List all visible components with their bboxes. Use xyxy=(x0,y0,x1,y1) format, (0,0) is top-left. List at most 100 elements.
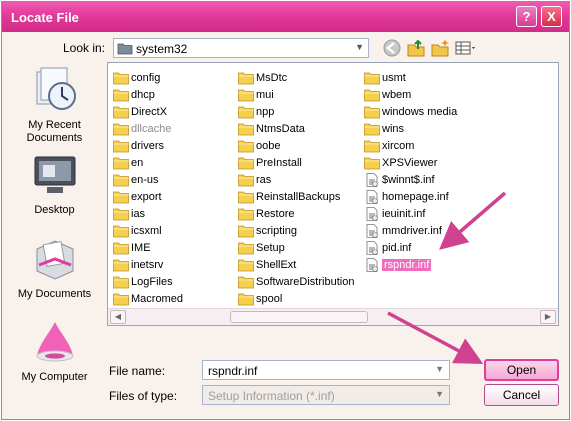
item-name: SoftwareDistribution xyxy=(256,276,355,288)
folder-item[interactable]: ReinstallBackups xyxy=(238,189,340,205)
file-item[interactable]: mmdriver.inf xyxy=(364,223,442,239)
file-item[interactable]: ieuinit.inf xyxy=(364,206,425,222)
folder-icon xyxy=(113,225,129,238)
item-name: config xyxy=(131,72,161,84)
item-name: drivers xyxy=(131,140,165,152)
folder-item[interactable]: NtmsData xyxy=(238,121,305,137)
folder-icon xyxy=(113,259,129,272)
item-name: Macromed xyxy=(131,293,183,305)
chevron-down-icon[interactable]: ▼ xyxy=(435,389,444,399)
folder-item[interactable]: scripting xyxy=(238,223,297,239)
folder-item[interactable]: MsDtc xyxy=(238,70,287,86)
inf-file-icon xyxy=(366,224,378,238)
title-bar[interactable]: Locate File ? X xyxy=(2,2,569,32)
place-label: My Computer xyxy=(21,371,88,383)
place-my-documents[interactable]: My Documents xyxy=(7,235,102,301)
folder-item[interactable]: icsxml xyxy=(113,223,162,239)
folder-item[interactable]: usmt xyxy=(364,70,406,86)
file-item[interactable]: homepage.inf xyxy=(364,189,449,205)
scroll-right-icon[interactable]: ▶ xyxy=(540,310,556,324)
folder-icon xyxy=(113,89,129,102)
item-name: ieuinit.inf xyxy=(382,208,426,220)
folder-item[interactable]: spool xyxy=(238,291,282,307)
item-name: ras xyxy=(256,174,272,186)
item-name: oobe xyxy=(256,140,281,152)
help-button[interactable]: ? xyxy=(516,6,537,27)
folder-item[interactable]: export xyxy=(113,189,162,205)
folder-item[interactable]: XPSViewer xyxy=(364,155,437,171)
folder-icon xyxy=(113,72,129,85)
look-in-value: system32 xyxy=(136,42,188,56)
folder-item[interactable]: DirectX xyxy=(113,104,167,120)
folder-icon xyxy=(238,89,254,102)
folder-item[interactable]: windows media xyxy=(364,104,457,120)
item-name: scripting xyxy=(256,225,297,237)
look-in-dropdown[interactable]: system32 ▼ xyxy=(113,38,369,58)
folder-item[interactable]: Setup xyxy=(238,240,285,256)
item-name: export xyxy=(131,191,162,203)
item-name: en-us xyxy=(131,174,159,186)
file-type-select[interactable]: Setup Information (*.inf) ▼ xyxy=(202,385,450,405)
folder-item[interactable]: oobe xyxy=(238,138,280,154)
up-one-level-icon[interactable] xyxy=(406,38,426,58)
open-button[interactable]: Open xyxy=(484,359,559,381)
folder-item[interactable]: SoftwareDistribution xyxy=(238,274,354,290)
cancel-button[interactable]: Cancel xyxy=(484,384,559,406)
file-name-input[interactable]: rspndr.inf ▼ xyxy=(202,360,450,380)
file-item[interactable]: rspndr.inf xyxy=(364,257,432,273)
folder-item[interactable]: dllcache xyxy=(113,121,171,137)
folder-icon xyxy=(238,106,254,119)
item-name: XPSViewer xyxy=(382,157,438,169)
folder-icon xyxy=(113,140,129,153)
new-folder-icon[interactable] xyxy=(430,38,450,58)
folder-icon xyxy=(238,208,254,221)
place-my-recent-documents[interactable]: My Recent Documents xyxy=(7,66,102,145)
folder-item[interactable]: ias xyxy=(113,206,145,222)
folder-item[interactable]: xircom xyxy=(364,138,414,154)
folder-item[interactable]: npp xyxy=(238,104,274,120)
view-menu-icon[interactable] xyxy=(454,38,478,58)
folder-item[interactable]: inetsrv xyxy=(113,257,163,273)
item-name: homepage.inf xyxy=(382,191,449,203)
folder-icon xyxy=(113,123,129,136)
place-my-computer[interactable]: My Computer xyxy=(7,318,102,384)
file-item[interactable]: $winnt$.inf xyxy=(364,172,435,188)
file-item[interactable]: pid.inf xyxy=(364,240,411,256)
item-name: IME xyxy=(131,242,151,254)
folder-item[interactable]: drivers xyxy=(113,138,164,154)
folder-item[interactable]: wbem xyxy=(364,87,411,103)
back-icon[interactable] xyxy=(382,38,402,58)
file-list[interactable]: config dhcp DirectX dllcache drivers en en-us e… xyxy=(107,62,559,326)
window-title: Locate File xyxy=(11,10,79,25)
my-computer-icon xyxy=(36,322,73,362)
folder-item[interactable]: mui xyxy=(238,87,274,103)
folder-icon xyxy=(113,242,129,255)
scroll-thumb[interactable] xyxy=(230,311,368,323)
folder-item[interactable]: Restore xyxy=(238,206,295,222)
folder-item[interactable]: config xyxy=(113,70,160,86)
folder-item[interactable]: wins xyxy=(364,121,404,137)
folder-item[interactable]: en-us xyxy=(113,172,159,188)
item-name: mmdriver.inf xyxy=(382,225,442,237)
folder-item[interactable]: Macromed xyxy=(113,291,183,307)
item-name: LogFiles xyxy=(131,276,173,288)
folder-item[interactable]: ras xyxy=(238,172,271,188)
folder-icon xyxy=(238,191,254,204)
horizontal-scrollbar[interactable]: ◀ ▶ xyxy=(108,308,558,325)
folder-item[interactable]: ShellExt xyxy=(238,257,296,273)
place-desktop[interactable]: Desktop xyxy=(7,151,102,217)
folder-item[interactable]: dhcp xyxy=(113,87,155,103)
folder-item[interactable]: LogFiles xyxy=(113,274,173,290)
folder-item[interactable]: IME xyxy=(113,240,151,256)
folder-icon xyxy=(113,293,129,306)
close-button[interactable]: X xyxy=(541,6,562,27)
folder-item[interactable]: PreInstall xyxy=(238,155,302,171)
scroll-left-icon[interactable]: ◀ xyxy=(110,310,126,324)
chevron-down-icon[interactable]: ▼ xyxy=(435,364,444,374)
my-documents-icon xyxy=(36,240,73,280)
item-name: NtmsData xyxy=(256,123,305,135)
folder-icon xyxy=(113,157,129,170)
file-name-value: rspndr.inf xyxy=(208,364,258,378)
inf-file-icon xyxy=(366,173,378,187)
folder-item[interactable]: en xyxy=(113,155,143,171)
